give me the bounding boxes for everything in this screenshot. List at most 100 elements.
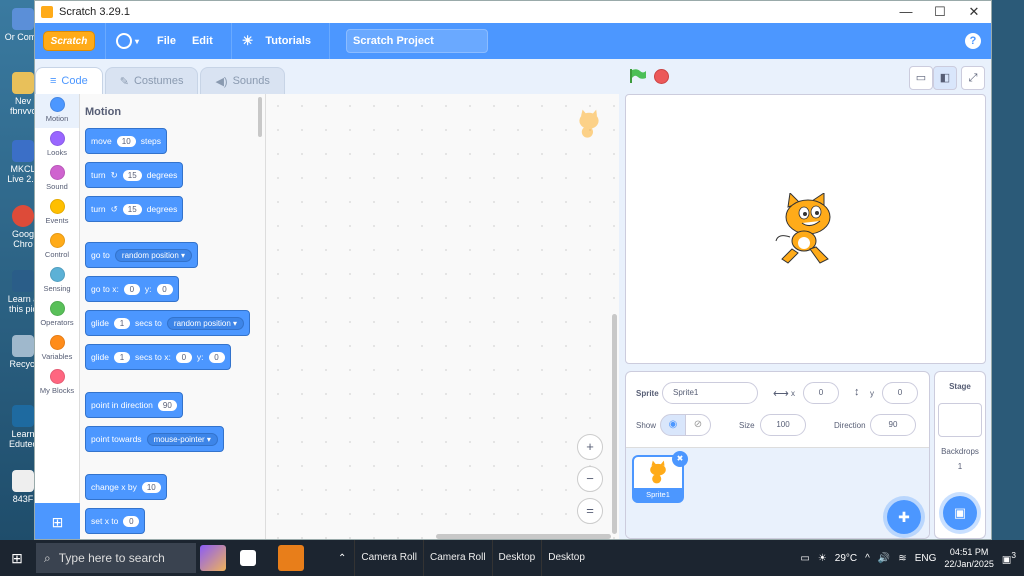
block-turn-left[interactable]: turn ↺ 15 degrees (85, 196, 184, 222)
y-input[interactable]: 0 (882, 382, 918, 404)
stage-selector[interactable]: Stage Backdrops 1 ▣ (934, 371, 986, 539)
block-change-x[interactable]: change x by 10 (85, 474, 167, 500)
block-glide-to[interactable]: glide 1 secs to random position ▾ (85, 310, 251, 336)
desktop-icon-learn[interactable]: Learn a this pic (3, 270, 34, 314)
y-input[interactable]: 0 (156, 283, 173, 295)
category-motion[interactable]: Motion (35, 94, 79, 128)
green-flag-icon[interactable] (629, 68, 647, 84)
desktop-icon-recycle[interactable]: Recycl (3, 335, 34, 369)
towards-target-dropdown[interactable]: mouse-pointer ▾ (146, 432, 218, 446)
block-set-x[interactable]: set x to 0 (85, 508, 146, 534)
taskbar-app-camera-roll-1[interactable]: Camera Roll (354, 540, 423, 576)
language-indicator[interactable]: ENG (915, 553, 937, 564)
tab-sounds[interactable]: ◀) Sounds (200, 67, 285, 95)
tutorials-menu[interactable]: Tutorials (257, 35, 319, 47)
add-backdrop-button[interactable]: ▣ (943, 496, 977, 530)
desktop-icon-file[interactable]: 843F (3, 470, 34, 504)
sprite-card[interactable]: Sprite1 ✖ (632, 451, 688, 503)
x-input[interactable]: 0 (803, 382, 839, 404)
clipchamp-icon[interactable] (200, 545, 226, 571)
x-input[interactable]: 0 (123, 283, 140, 295)
chevron-up-icon[interactable]: ⌃ (338, 553, 346, 564)
tray-chevron-icon[interactable]: ^ (865, 553, 870, 564)
add-sprite-button[interactable]: ✚ (887, 500, 921, 534)
battery-icon[interactable]: ▭ (800, 553, 809, 564)
category-events[interactable]: Events (35, 196, 79, 230)
script-vscrollbar[interactable] (612, 314, 617, 534)
fullscreen-button[interactable]: ⤢ (961, 66, 985, 90)
y-input[interactable]: 0 (208, 351, 225, 363)
scratch-cat-sprite[interactable] (774, 193, 844, 269)
x-input[interactable]: 0 (123, 515, 140, 527)
secs-input[interactable]: 1 (113, 317, 130, 329)
desktop-icon-chrome[interactable]: Goog Chro (3, 205, 34, 249)
tab-costumes[interactable]: ✎ Costumes (104, 67, 199, 95)
desktop-icon-mkcl[interactable]: MKCL Live 2.0 (3, 140, 34, 184)
script-hscrollbar[interactable] (436, 534, 611, 539)
x-input[interactable]: 0 (175, 351, 192, 363)
delete-sprite-button[interactable]: ✖ (672, 451, 688, 467)
palette-scrollbar[interactable] (258, 97, 262, 137)
goto-target-dropdown[interactable]: random position ▾ (114, 248, 193, 262)
zoom-reset-button[interactable]: = (577, 498, 603, 524)
show-visible-button[interactable]: ◉ (660, 414, 686, 436)
zoom-out-button[interactable]: − (577, 466, 603, 492)
zoom-in-button[interactable]: + (577, 434, 603, 460)
help-icon[interactable]: ? (965, 33, 981, 49)
category-looks[interactable]: Looks (35, 128, 79, 162)
category-operators[interactable]: Operators (35, 298, 79, 332)
secs-input[interactable]: 1 (113, 351, 130, 363)
block-go-to-xy[interactable]: go to x: 0 y: 0 (85, 276, 179, 302)
desktop-icon-folder[interactable]: Nev fbnvvc (3, 72, 34, 116)
direction-input[interactable]: 90 (870, 414, 916, 436)
script-area[interactable]: + − = (266, 94, 619, 539)
edit-menu[interactable]: Edit (184, 35, 221, 47)
clock[interactable]: 04:51 PM 22/Jan/2025 (944, 546, 994, 570)
steps-input[interactable]: 10 (116, 135, 136, 147)
category-sensing[interactable]: Sensing (35, 264, 79, 298)
wifi-icon[interactable]: ≋ (898, 553, 906, 564)
category-sound[interactable]: Sound (35, 162, 79, 196)
task-view-icon[interactable] (240, 550, 256, 566)
tab-code[interactable]: ≡ Code (35, 67, 103, 95)
direction-input[interactable]: 90 (157, 399, 177, 411)
desktop-icon-computer[interactable]: Or Comp (3, 8, 34, 42)
show-hidden-button[interactable]: ⊘ (685, 414, 711, 436)
block-go-to[interactable]: go to random position ▾ (85, 242, 199, 268)
glide-target-dropdown[interactable]: random position ▾ (166, 316, 245, 330)
taskbar-search[interactable]: ⌕ Type here to search (36, 543, 196, 573)
language-globe-icon[interactable] (116, 33, 132, 49)
category-my-blocks[interactable]: My Blocks (35, 366, 79, 400)
x-input[interactable]: 10 (141, 481, 161, 493)
notification-icon[interactable]: ▣3 (1002, 550, 1016, 565)
block-point-towards[interactable]: point towards mouse-pointer ▾ (85, 426, 224, 452)
maximize-button[interactable]: ☐ (923, 4, 957, 20)
taskbar-app-desktop-1[interactable]: Desktop (491, 540, 542, 576)
sprite-name-input[interactable]: Sprite1 (662, 382, 758, 404)
windows-start-icon[interactable]: ⊞ (0, 550, 34, 567)
scratch-taskbar-icon[interactable] (278, 545, 304, 571)
taskbar-app-camera-roll-2[interactable]: Camera Roll (422, 540, 492, 576)
stop-icon[interactable] (654, 69, 669, 84)
file-menu[interactable]: File (149, 35, 184, 47)
desktop-icon-edutec[interactable]: Learn Edutec (3, 405, 34, 449)
weather-temp[interactable]: 29°C (835, 553, 857, 564)
category-variables[interactable]: Variables (35, 332, 79, 366)
project-title-input[interactable]: Scratch Project (346, 29, 489, 53)
degrees-input[interactable]: 15 (122, 203, 142, 215)
block-glide-xy[interactable]: glide 1 secs to x: 0 y: 0 (85, 344, 231, 370)
close-button[interactable]: ✕ (957, 4, 991, 20)
size-input[interactable]: 100 (760, 414, 806, 436)
volume-icon[interactable]: 🔊 (878, 553, 890, 564)
normal-stage-button[interactable]: ◧ (933, 66, 957, 90)
taskbar-app-desktop-2[interactable]: Desktop (541, 540, 591, 576)
block-point-direction[interactable]: point in direction 90 (85, 392, 183, 418)
add-extension-button[interactable]: ⊞ (35, 503, 80, 539)
minimize-button[interactable]: — (889, 4, 923, 20)
block-move-steps[interactable]: move 10 steps (85, 128, 168, 154)
stage-canvas[interactable] (625, 94, 986, 364)
block-turn-right[interactable]: turn ↻ 15 degrees (85, 162, 184, 188)
scratch-logo[interactable]: Scratch (43, 31, 95, 51)
category-control[interactable]: Control (35, 230, 79, 264)
degrees-input[interactable]: 15 (122, 169, 142, 181)
